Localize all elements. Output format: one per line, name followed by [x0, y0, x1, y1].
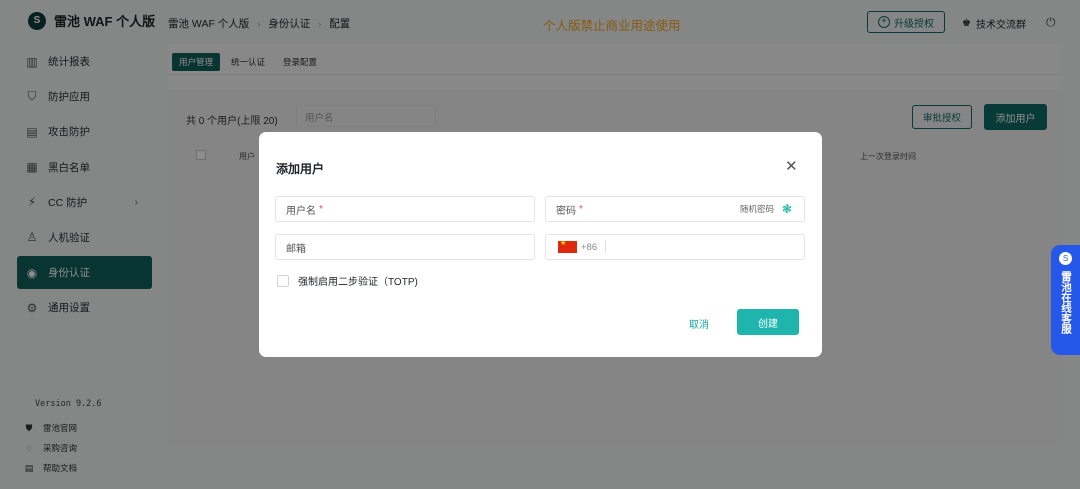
dialog-title: 添加用户	[276, 162, 325, 176]
totp-label: 强制启用二步验证（TOTP)	[298, 277, 418, 288]
create-button[interactable]: 创建	[737, 309, 799, 335]
service-logo-icon: S	[1059, 252, 1072, 265]
required-mark: *	[579, 203, 583, 215]
password-field[interactable]: 密码 * 随机密码 ❃	[545, 196, 805, 222]
add-user-dialog: 添加用户 ✕ 用户名 * 密码 * 随机密码 ❃ 邮箱 +86 强制启用二步验证…	[259, 132, 822, 357]
service-label: 雷池在线客服	[1060, 271, 1072, 334]
random-password-link[interactable]: 随机密码	[740, 203, 774, 215]
username-placeholder: 用户名	[286, 205, 316, 217]
phone-field[interactable]: +86	[545, 234, 805, 260]
email-field[interactable]: 邮箱	[275, 234, 535, 260]
random-icon[interactable]: ❃	[782, 203, 795, 216]
username-field[interactable]: 用户名 *	[275, 196, 535, 222]
dial-code[interactable]: +86	[581, 242, 597, 253]
required-mark: *	[319, 203, 323, 215]
china-flag-icon[interactable]	[558, 239, 577, 253]
email-placeholder: 邮箱	[286, 243, 306, 255]
close-icon[interactable]: ✕	[785, 157, 798, 175]
totp-option[interactable]: 强制启用二步验证（TOTP)	[277, 273, 418, 288]
totp-checkbox[interactable]	[277, 274, 289, 287]
password-placeholder: 密码	[556, 205, 576, 217]
cancel-button[interactable]: 取消	[689, 316, 709, 331]
online-service-button[interactable]: S 雷池在线客服	[1051, 245, 1080, 355]
divider	[605, 240, 607, 254]
